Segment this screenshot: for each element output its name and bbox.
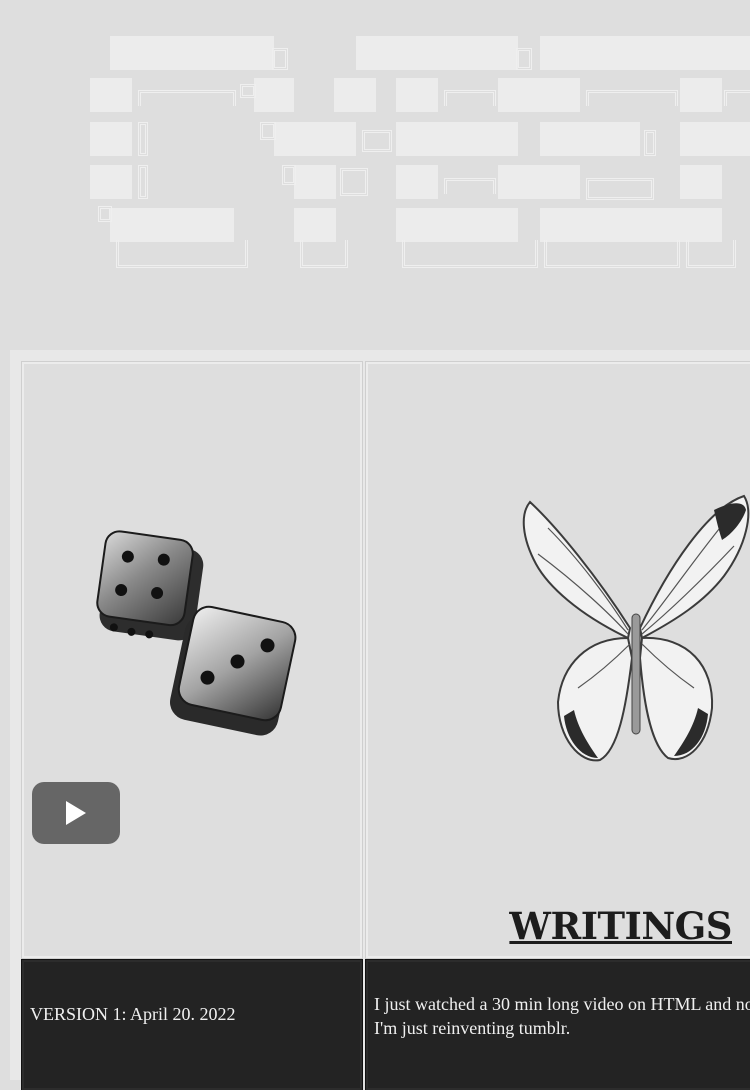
maze-block — [294, 165, 336, 199]
maze-block — [90, 165, 132, 199]
maze-pipe — [586, 178, 654, 200]
play-button[interactable] — [32, 782, 120, 844]
maze-pipe — [282, 165, 296, 185]
maze-block — [396, 122, 518, 156]
maze-pipe — [98, 206, 112, 222]
maze-block — [396, 208, 518, 242]
maze-block — [680, 78, 722, 112]
maze-pipe — [516, 48, 532, 70]
maze-pipe — [686, 240, 736, 268]
maze-pipe — [544, 240, 680, 268]
maze-block — [110, 208, 234, 242]
maze-block — [540, 36, 750, 70]
maze-block — [254, 78, 294, 112]
maze-pipe — [402, 240, 538, 268]
maze-pipe — [724, 90, 750, 106]
maze-pipe — [116, 240, 248, 268]
maze-block — [334, 78, 376, 112]
maze-block — [540, 122, 640, 156]
butterfly-cell: WRITINGS — [365, 361, 750, 959]
maze-pipe — [586, 90, 678, 106]
maze-block — [90, 122, 132, 156]
butterfly-icon — [522, 494, 750, 762]
dice-icon — [96, 530, 297, 736]
maze-pipe — [240, 84, 256, 98]
writing-entry-text: I just watched a 30 min long video on HT… — [374, 994, 750, 1038]
version-cell: VERSION 1: April 20. 2022 — [21, 959, 363, 1090]
writings-link[interactable]: WRITINGS — [509, 904, 732, 948]
maze-block — [680, 165, 722, 199]
maze-block — [110, 36, 274, 70]
maze-block — [396, 165, 438, 199]
play-icon — [66, 801, 86, 825]
maze-pipe — [272, 48, 288, 70]
maze-pipe — [138, 122, 148, 156]
maze-pipe — [444, 90, 496, 106]
maze-block — [294, 208, 336, 242]
maze-pipe — [138, 90, 236, 106]
maze-pipe — [138, 165, 148, 199]
dice-cell — [21, 361, 363, 959]
writing-entry-cell: I just watched a 30 min long video on HT… — [365, 959, 750, 1090]
maze-block — [498, 165, 580, 199]
gallery-table: WRITINGS VERSION 1: April 20. 2022 I jus… — [10, 350, 750, 1090]
version-label: VERSION 1: April 20. 2022 — [30, 1004, 236, 1024]
maze-pipe — [300, 240, 348, 268]
maze-block — [274, 122, 356, 156]
maze-block — [90, 78, 132, 112]
maze-block — [498, 78, 580, 112]
maze-block — [680, 122, 750, 156]
maze-block — [356, 36, 518, 70]
maze-block — [396, 78, 438, 112]
maze-pipe — [644, 130, 656, 156]
maze-pipe — [260, 122, 276, 140]
maze-pipe — [444, 178, 496, 194]
maze-pipe — [362, 130, 392, 152]
maze-pipe — [340, 168, 368, 196]
decorative-maze-header — [0, 0, 750, 300]
maze-block — [540, 208, 722, 242]
